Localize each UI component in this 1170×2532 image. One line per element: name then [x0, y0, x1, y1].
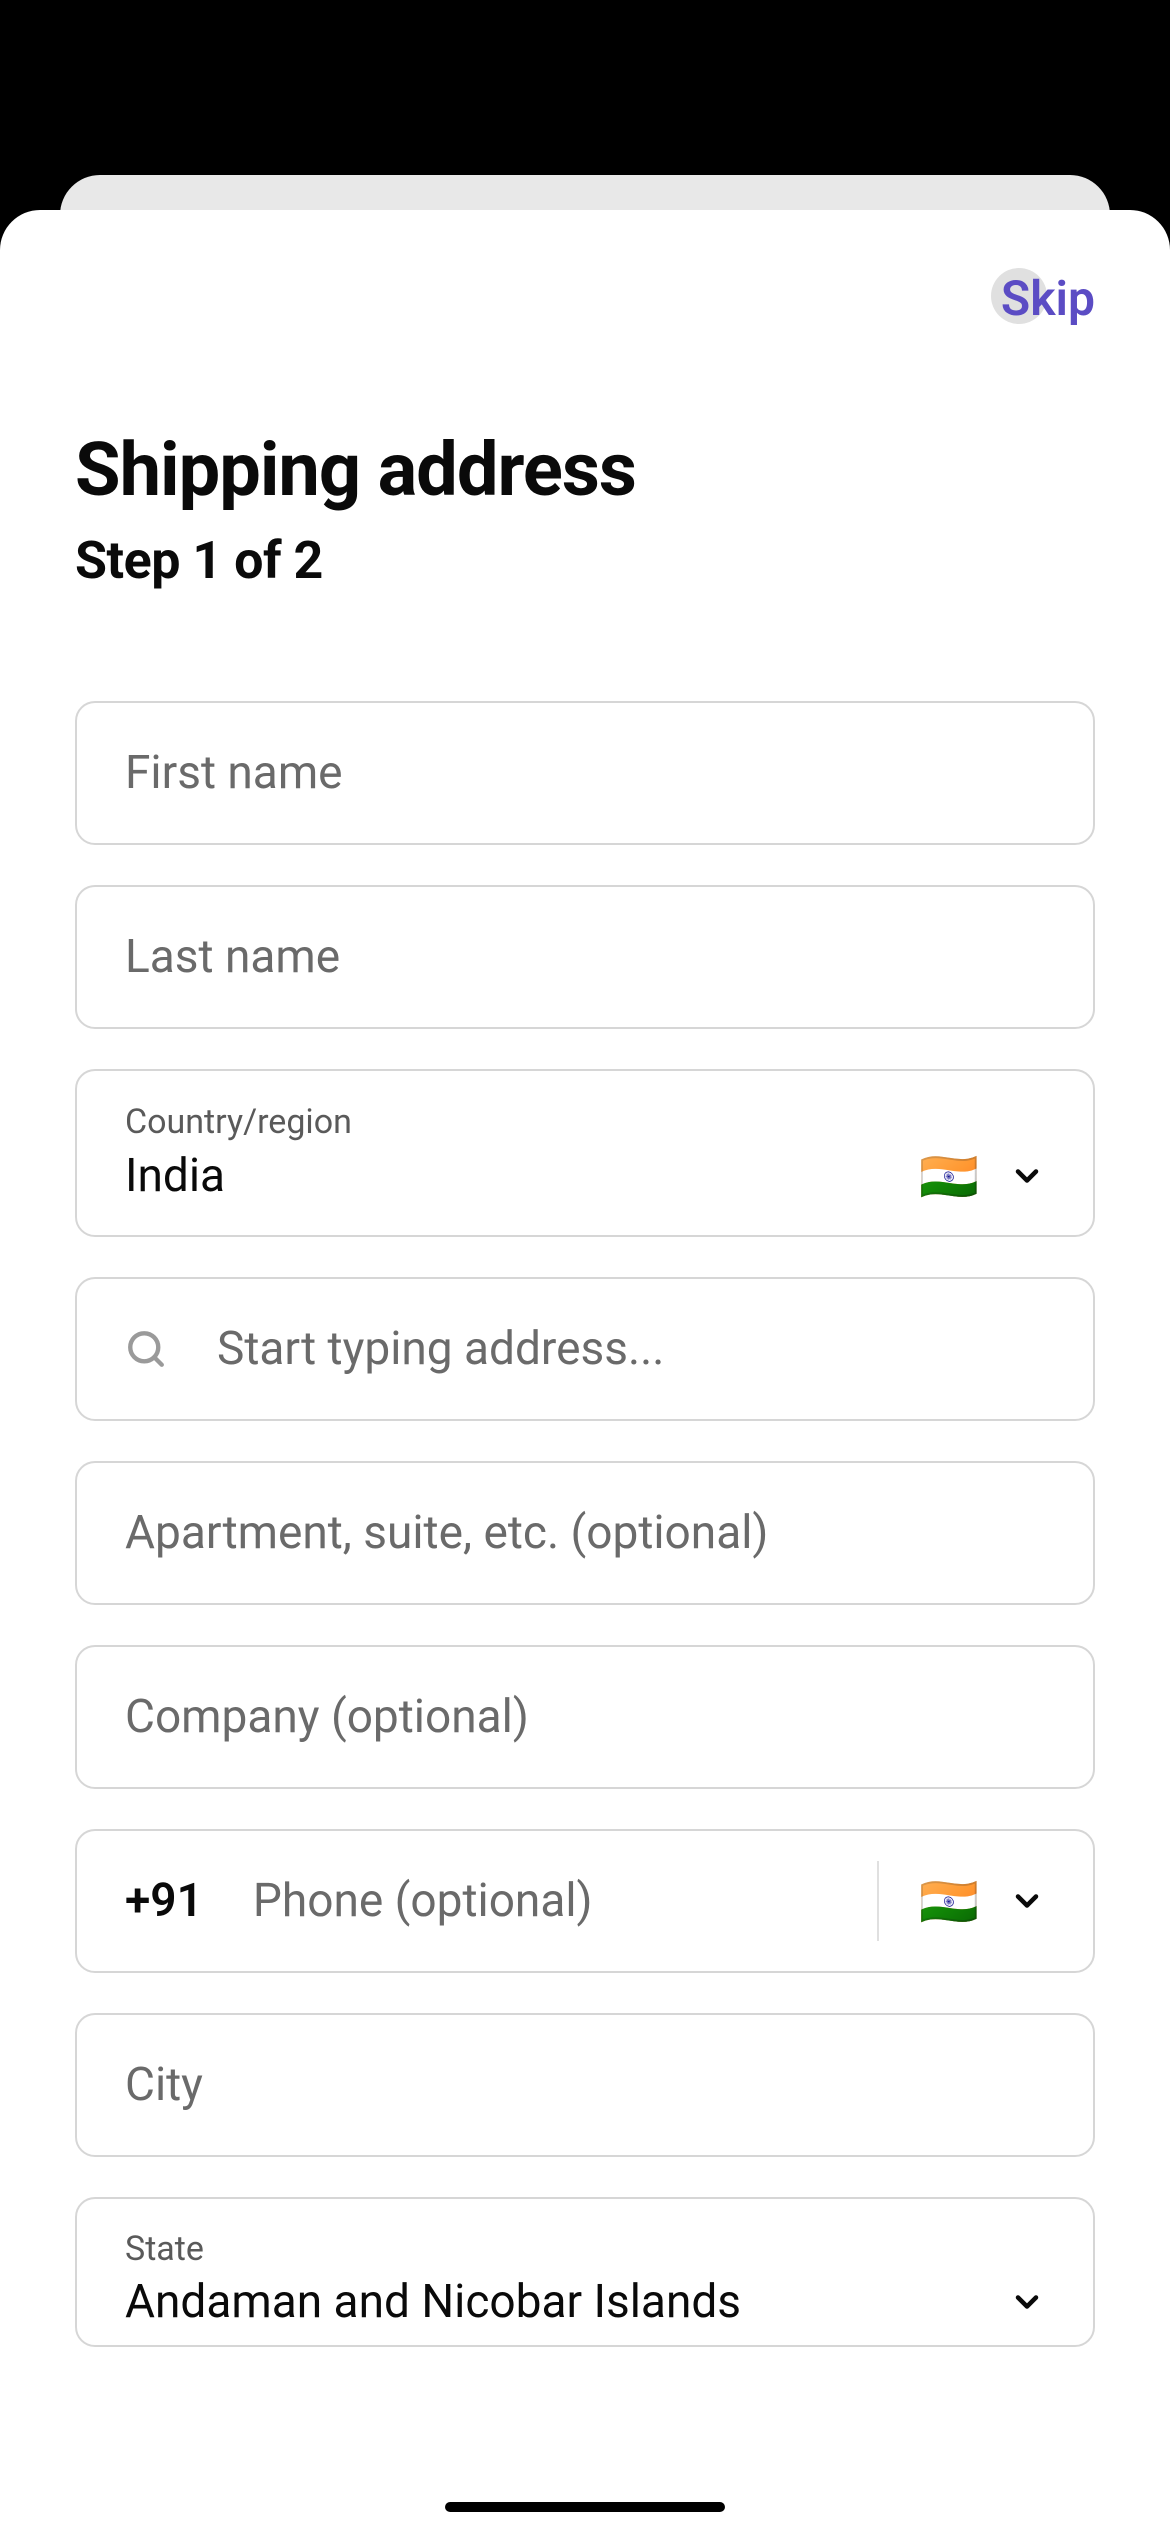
phone-field[interactable]: +91 🇮🇳: [75, 1829, 1095, 1973]
address-search-field[interactable]: [75, 1277, 1095, 1421]
state-label: State: [125, 2229, 204, 2269]
phone-input[interactable]: [253, 1874, 877, 1928]
chevron-down-icon: [1009, 2284, 1045, 2320]
address-search-input[interactable]: [217, 1322, 1045, 1376]
state-select[interactable]: State Andaman and Nicobar Islands: [75, 2197, 1095, 2347]
skip-button[interactable]: Skip: [1001, 270, 1095, 327]
company-input[interactable]: [125, 1690, 1045, 1744]
step-indicator: Step 1 of 2: [75, 530, 1095, 591]
country-label: Country/region: [125, 1102, 352, 1142]
city-field[interactable]: [75, 2013, 1095, 2157]
company-field[interactable]: [75, 1645, 1095, 1789]
header-row: Skip: [75, 270, 1095, 327]
apartment-field[interactable]: [75, 1461, 1095, 1605]
city-input[interactable]: [125, 2058, 1045, 2112]
chevron-down-icon[interactable]: [1009, 1883, 1045, 1919]
phone-country-code: +91: [125, 1874, 203, 1928]
last-name-input[interactable]: [125, 930, 1045, 984]
phone-flag-icon: 🇮🇳: [919, 1873, 979, 1930]
first-name-input[interactable]: [125, 746, 1045, 800]
apartment-input[interactable]: [125, 1506, 1045, 1560]
chevron-down-icon: [1009, 1158, 1045, 1194]
country-select[interactable]: Country/region India 🇮🇳: [75, 1069, 1095, 1237]
phone-divider: [877, 1861, 879, 1941]
page-title: Shipping address: [75, 427, 1095, 514]
country-flag-icon: 🇮🇳: [919, 1148, 979, 1205]
home-indicator[interactable]: [445, 2502, 725, 2512]
main-sheet: Skip Shipping address Step 1 of 2 Countr…: [0, 210, 1170, 2532]
search-icon: [125, 1328, 167, 1370]
first-name-field[interactable]: [75, 701, 1095, 845]
last-name-field[interactable]: [75, 885, 1095, 1029]
state-value: Andaman and Nicobar Islands: [125, 2275, 741, 2329]
country-value: India: [125, 1149, 225, 1203]
